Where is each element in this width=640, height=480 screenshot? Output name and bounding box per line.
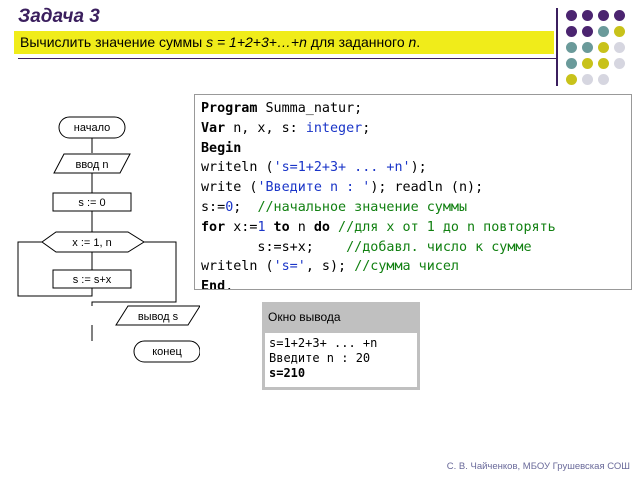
dot (566, 42, 577, 53)
dot (582, 74, 593, 85)
code-keyword: End (201, 279, 226, 290)
code-text: s:=s+x; (201, 239, 347, 255)
output-line: s=1+2+3+ ... +n (269, 336, 378, 350)
dot (598, 10, 609, 21)
dot (582, 58, 593, 69)
dot (566, 58, 577, 69)
dot (598, 26, 609, 37)
code-text: ); readln (n); (370, 180, 484, 196)
loop-label: x := 1, n (72, 237, 111, 249)
body-label: s := s+x (73, 274, 112, 286)
dot (566, 74, 577, 85)
code-comment: //добавл. число к сумме (346, 239, 532, 255)
code-keyword: Var (201, 120, 226, 136)
code-keyword: do (313, 219, 330, 235)
code-keyword: for (201, 219, 226, 235)
code-text: ; (362, 120, 371, 136)
end-label: конец (152, 346, 182, 358)
start-label: начало (74, 122, 110, 134)
code-text: , s); (305, 259, 355, 275)
code-keyword: to (265, 219, 290, 235)
dot (614, 26, 625, 37)
dot (598, 58, 609, 69)
output-line: Введите n : 20 (269, 351, 371, 365)
code-string: 'Введите n : ' (257, 180, 371, 196)
footer-credit: С. В. Чайченков, МБОУ Грушевская СОШ (446, 461, 630, 472)
code-text: Summa_natur; (257, 101, 363, 116)
code-number: 1 (257, 219, 266, 235)
dot (614, 42, 625, 53)
dot (566, 10, 577, 21)
code-keyword: Begin (201, 140, 242, 156)
task-suffix: . (416, 34, 421, 50)
dot (614, 10, 625, 21)
code-comment: //для x от 1 до n повторять (330, 219, 556, 235)
input-label: ввод n (75, 159, 108, 171)
code-listing: Program Summa_natur; Var n, x, s: intege… (194, 94, 632, 290)
dot (614, 58, 625, 69)
code-text: . (225, 279, 234, 290)
code-text: ); (410, 160, 427, 176)
code-text: n, x, s: (225, 120, 306, 136)
code-text: writeln ( (201, 259, 274, 275)
code-string: 's=' (273, 259, 306, 275)
code-type: integer (305, 120, 363, 136)
code-text: s:= (201, 199, 226, 215)
code-text: ; (233, 199, 258, 215)
code-text: writeln ( (201, 160, 274, 176)
output-window-body: s=1+2+3+ ... +n Введите n : 20 s=210 (265, 333, 417, 387)
code-text: write ( (201, 180, 258, 196)
dot (582, 10, 593, 21)
dot (582, 42, 593, 53)
dot (598, 74, 609, 85)
code-text: x:= (225, 219, 258, 235)
init-label: s := 0 (78, 197, 105, 209)
flowchart: начало ввод n s := 0 x := 1, n s := s+x … (17, 116, 200, 363)
output-label: вывод s (138, 311, 179, 323)
code-text: n (289, 219, 314, 235)
code-string: 's=1+2+3+ ... +n' (273, 160, 411, 176)
task-formula: s = 1+2+3+…+n (206, 34, 307, 50)
decor-vertical-line (556, 8, 558, 86)
output-window: Окно вывода s=1+2+3+ ... +n Введите n : … (262, 302, 420, 390)
task-middle: для заданного (306, 34, 409, 50)
output-line: s=210 (269, 366, 306, 380)
dot (582, 26, 593, 37)
dot (566, 26, 577, 37)
code-comment: //сумма чисел (354, 259, 459, 275)
output-window-title: Окно вывода (262, 302, 420, 332)
code-comment: //начальное значение суммы (257, 199, 468, 215)
code-keyword: Program (201, 101, 258, 116)
dot (598, 42, 609, 53)
